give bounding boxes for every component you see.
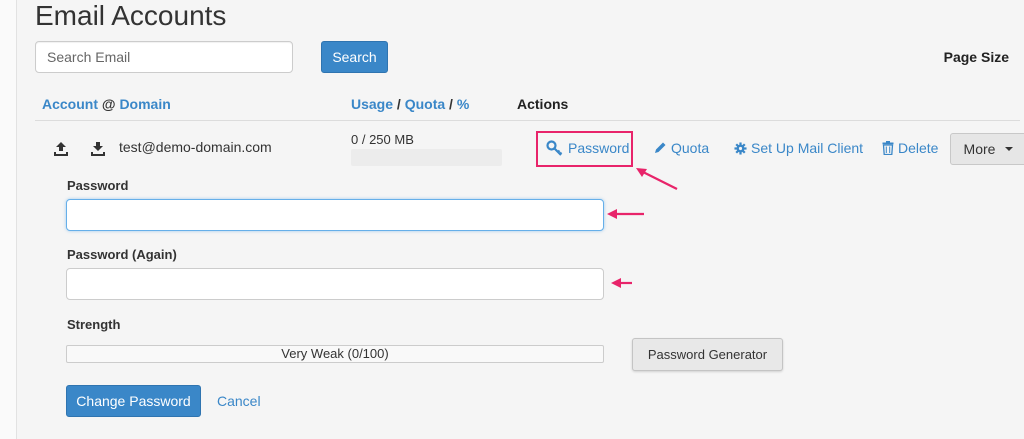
- page-size-label: Page Size: [943, 49, 1009, 65]
- password-input[interactable]: [66, 199, 604, 231]
- sort-domain-link[interactable]: Domain: [119, 96, 170, 112]
- email-accounts-page: Email Accounts Search Page Size Account …: [17, 0, 1024, 439]
- search-button[interactable]: Search: [321, 41, 388, 73]
- more-dropdown-button[interactable]: More: [950, 133, 1024, 165]
- password-action-link[interactable]: Password: [546, 140, 629, 156]
- actions-header: Actions: [517, 96, 569, 112]
- strength-label: Strength: [67, 317, 121, 332]
- quota-action-label: Quota: [671, 140, 710, 156]
- sort-account-link[interactable]: Account: [42, 96, 98, 112]
- mail-client-action-link[interactable]: Set Up Mail Client: [734, 140, 863, 156]
- usage-quota-header: Usage / Quota / %: [351, 96, 469, 112]
- delete-action-link[interactable]: Delete: [882, 140, 938, 156]
- password-action-label: Password: [568, 140, 630, 156]
- sort-percent-link[interactable]: %: [457, 96, 469, 112]
- account-email: test@demo-domain.com: [119, 139, 272, 155]
- gear-icon: [734, 141, 747, 155]
- more-label: More: [963, 141, 996, 157]
- left-sidebar-edge: [0, 0, 17, 439]
- page-title: Email Accounts: [35, 0, 227, 31]
- annotation-arrow-icon: [636, 168, 678, 190]
- key-icon: [546, 140, 563, 156]
- trash-icon: [882, 141, 894, 155]
- upload-icon[interactable]: [50, 138, 72, 160]
- strength-meter: Very Weak (0/100): [66, 345, 604, 363]
- change-password-button[interactable]: Change Password: [66, 385, 201, 417]
- download-icon[interactable]: [87, 138, 109, 160]
- annotation-arrow-icon: [607, 209, 644, 219]
- search-email-input[interactable]: [35, 41, 293, 73]
- annotation-arrow-icon: [611, 278, 632, 288]
- usage-text: 0 / 250 MB: [351, 132, 414, 147]
- at-separator: @: [101, 96, 116, 112]
- sort-quota-link[interactable]: Quota: [405, 96, 445, 112]
- password-again-input[interactable]: [66, 268, 604, 300]
- quota-action-link[interactable]: Quota: [653, 140, 709, 156]
- sort-usage-link[interactable]: Usage: [351, 96, 393, 112]
- table-header: Account @ Domain Usage / Quota / % Actio…: [42, 96, 1022, 116]
- cancel-link[interactable]: Cancel: [217, 393, 261, 409]
- slash-separator: /: [396, 96, 401, 112]
- mail-client-action-label: Set Up Mail Client: [751, 140, 864, 156]
- usage-bar: [351, 149, 502, 166]
- password-generator-button[interactable]: Password Generator: [632, 338, 783, 371]
- delete-action-label: Delete: [898, 140, 939, 156]
- account-domain-header: Account @ Domain: [42, 96, 171, 112]
- password-label: Password: [67, 178, 129, 193]
- password-again-label: Password (Again): [67, 247, 177, 262]
- account-row: test@demo-domain.com 0 / 250 MB Password…: [35, 121, 1024, 439]
- slash-separator: /: [449, 96, 453, 112]
- pencil-icon: [655, 142, 666, 153]
- caret-down-icon: [1005, 147, 1014, 151]
